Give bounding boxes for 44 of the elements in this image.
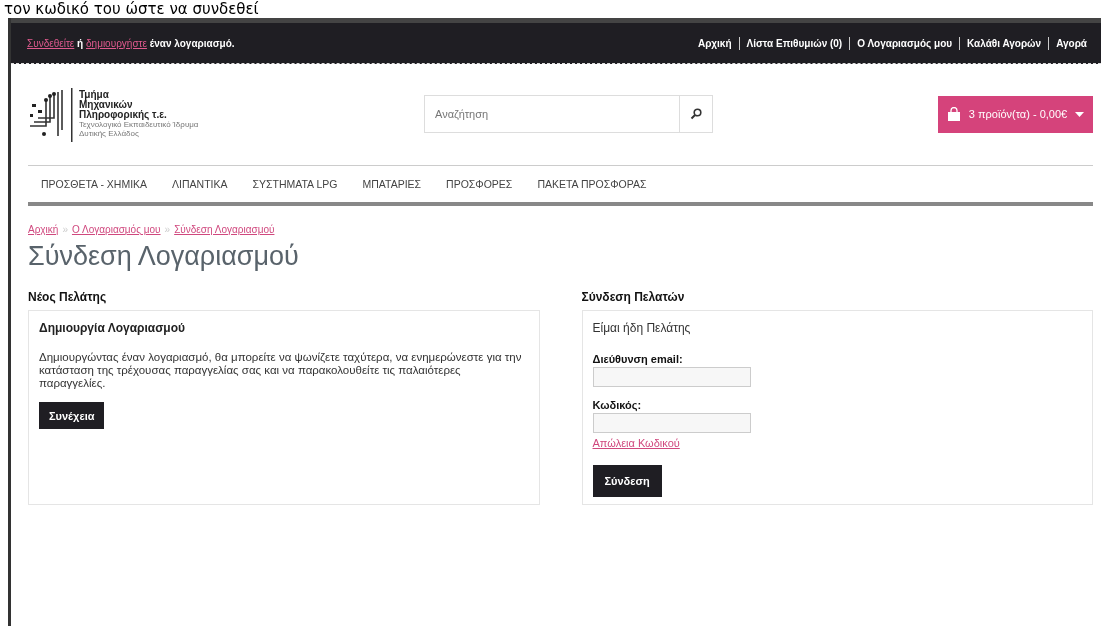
email-field[interactable]: [592, 367, 751, 387]
logo-text: Τμήμα: [79, 90, 109, 100]
logo-subtitle: Τεχνολογικό Εκπαιδευτικό Ίδρυμα: [79, 120, 199, 129]
breadcrumb-separator: »: [164, 224, 171, 235]
search-button[interactable]: [679, 95, 713, 133]
nav-item[interactable]: ΣΥΣΤΗΜΑΤΑ LPG: [252, 178, 338, 190]
section-heading: Νέος Πελάτης: [28, 290, 108, 304]
breadcrumb-link[interactable]: Σύνδεση Λογαριασμού: [174, 224, 275, 235]
nav-item[interactable]: ΠΡΟΣΦΟΡΕΣ: [446, 178, 513, 190]
login-link[interactable]: Συνδεθείτε: [27, 37, 75, 49]
card-title: Δημιουργία Λογαριασμού: [39, 321, 187, 335]
login-button[interactable]: Σύνδεση: [592, 465, 662, 497]
nav-item[interactable]: ΜΠΑΤΑΡΙΕΣ: [362, 178, 422, 190]
shopping-bag-icon: [946, 107, 961, 121]
cart-button[interactable]: 3 προϊόν(τα) - 0,00€: [938, 95, 1093, 133]
top-link[interactable]: Λίστα Επιθυμιών (0): [746, 37, 843, 49]
card-title: Είμαι ήδη Πελάτης: [592, 321, 692, 335]
circuit-logo-icon: [28, 86, 74, 142]
field-label: Κωδικός:: [592, 399, 643, 411]
search-field[interactable]: Αναζήτηση: [424, 95, 679, 133]
breadcrumb-separator: »: [62, 224, 68, 235]
description-text: Δημιουργώντας έναν λογαριασμό, θα μπορείτε να ψωνίζετε ταχύτερα, να ενημερώνεστε για την κατάσταση της τρέχουσας παραγγελίας σας και να παρακολουθείτε τις παλαιότερες παραγγελίες.: [39, 351, 523, 390]
field-label: Διεύθυνση email:: [592, 353, 684, 365]
breadcrumb-link[interactable]: Αρχική: [28, 224, 59, 235]
section-heading: Σύνδεση Πελατών: [581, 290, 686, 304]
continue-button[interactable]: Συνέχεια: [39, 402, 105, 429]
top-link[interactable]: Αρχική: [697, 37, 732, 49]
register-link[interactable]: δημιουργήστε: [86, 37, 147, 49]
forgot-password-link[interactable]: Απώλεια Κωδικού: [592, 437, 680, 449]
welcome-text: Συνδεθείτε ή δημιουργήστε έναν λογαριασμό.: [27, 37, 235, 49]
password-field[interactable]: [592, 413, 751, 433]
top-link[interactable]: Αγορά: [1056, 37, 1087, 49]
logo-text: Πληροφορικής τ.ε.: [79, 110, 168, 120]
nav-item[interactable]: ΠΑΚΕΤΑ ΠΡΟΣΦΟΡΑΣ: [537, 178, 647, 190]
page-title: Σύνδεση Λογαριασμού: [28, 241, 300, 272]
caret-icon: [1075, 111, 1085, 117]
logo-subtitle: Δυτικής Ελλάδος: [79, 129, 140, 138]
logo-text: Μηχανικών: [79, 100, 134, 110]
breadcrumb-link[interactable]: Ο Λογαριασμός μου: [71, 224, 161, 235]
top-link[interactable]: Καλάθι Αγορών: [967, 37, 1042, 49]
nav-item[interactable]: ΠΡΟΣΘΕΤΑ - ΧΗΜΙΚΑ: [41, 178, 148, 190]
nav-item[interactable]: ΛΙΠΑΝΤΙΚΑ: [172, 178, 228, 190]
top-link[interactable]: Ο Λογαριασμός μου: [857, 37, 953, 49]
search-icon: [690, 108, 702, 120]
